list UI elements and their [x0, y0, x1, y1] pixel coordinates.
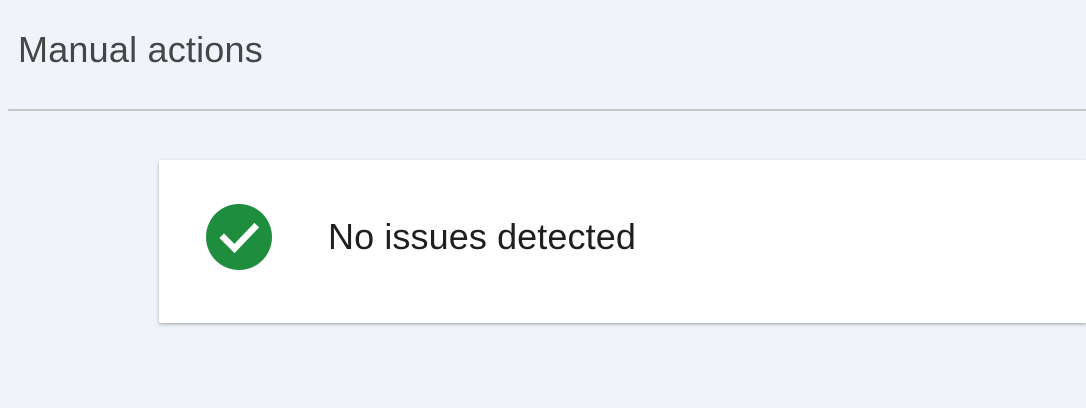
page-title: Manual actions [18, 29, 263, 70]
header-divider [8, 109, 1086, 111]
status-card: No issues detected [159, 160, 1086, 323]
status-message: No issues detected [328, 216, 636, 257]
page-header: Manual actions [0, 0, 1086, 111]
check-circle-icon [206, 204, 272, 270]
